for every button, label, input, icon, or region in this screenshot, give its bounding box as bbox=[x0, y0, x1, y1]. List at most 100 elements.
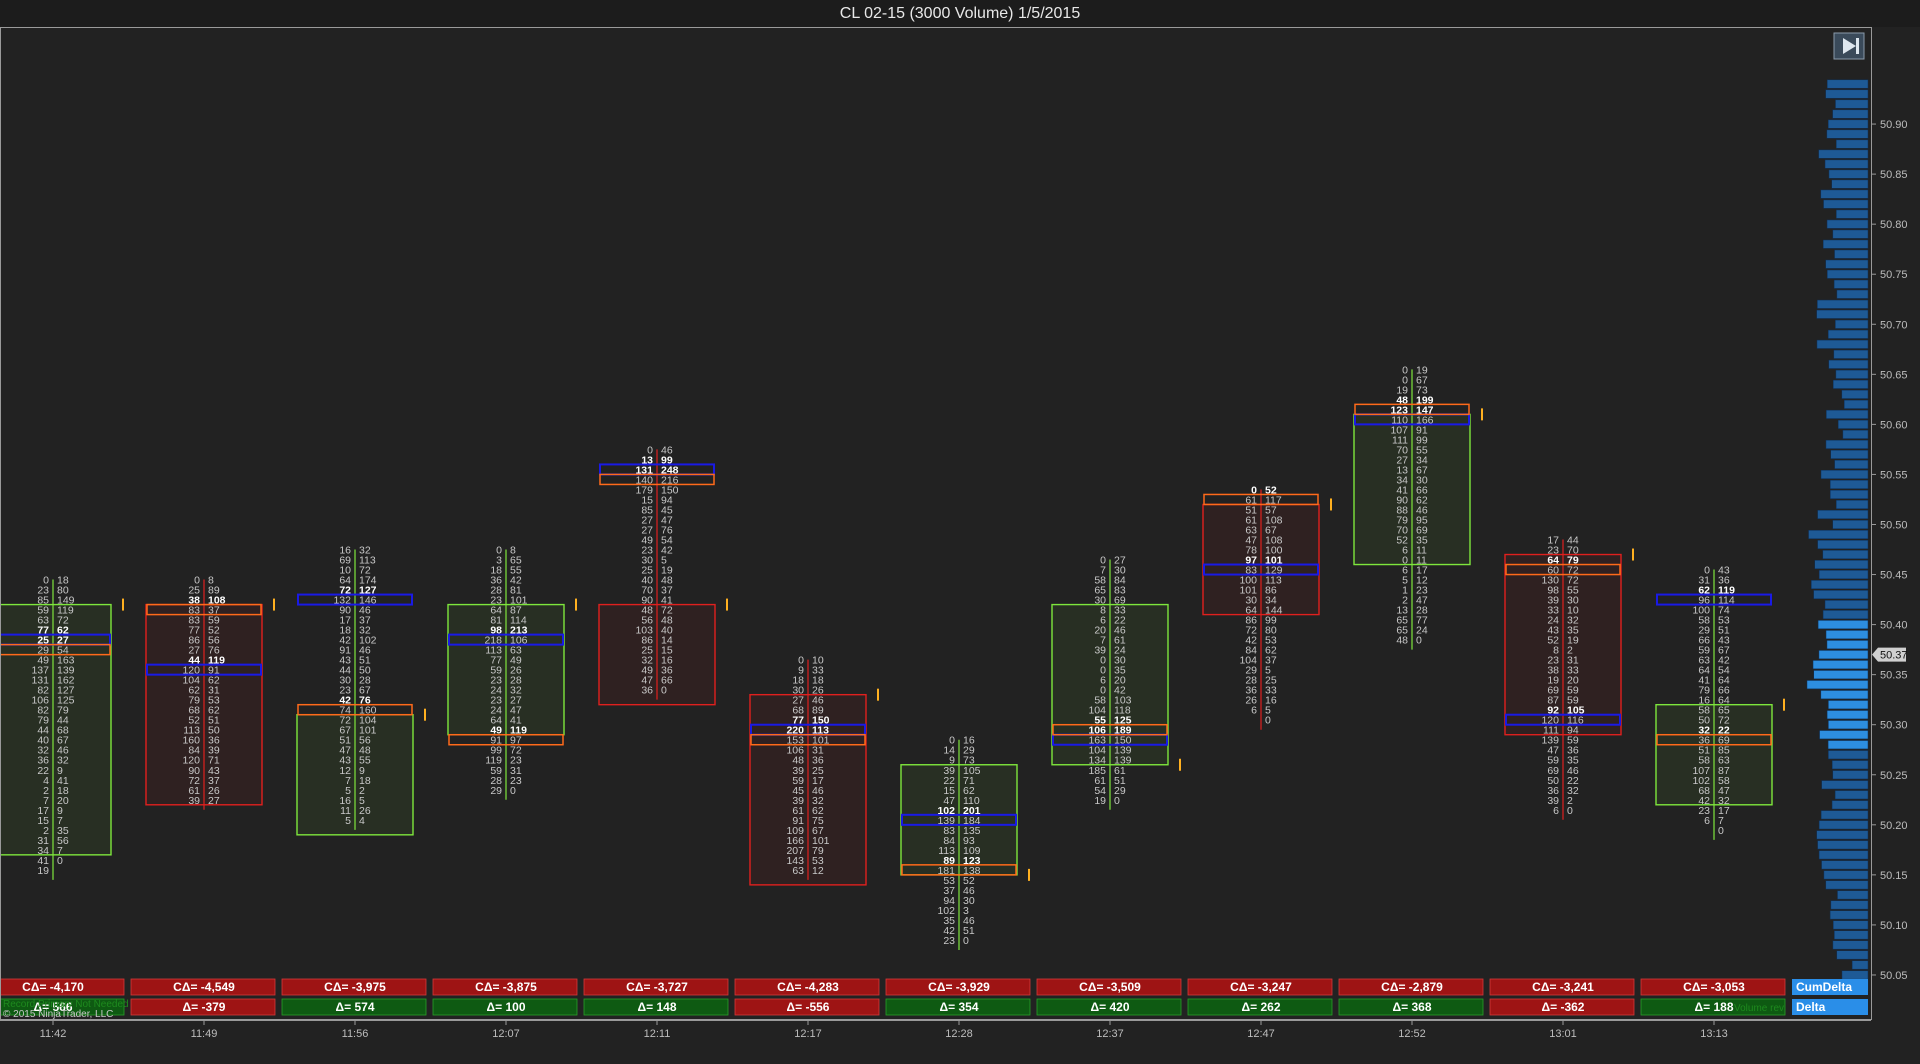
time-tick-label: 12:07 bbox=[492, 1028, 520, 1040]
volume-profile-bar bbox=[1817, 840, 1869, 850]
cum-delta-value: CΔ= -4,549 bbox=[173, 980, 235, 994]
volume-profile-bar bbox=[1828, 169, 1869, 179]
delta-value: Δ= 420 bbox=[1091, 1000, 1130, 1014]
price-tick-label: 50.55 bbox=[1880, 469, 1908, 481]
volume-profile-bar bbox=[1816, 339, 1869, 349]
volume-profile-bar bbox=[1830, 490, 1869, 499]
ask-volume: 4 bbox=[359, 815, 365, 827]
volume-profile-bar bbox=[1819, 730, 1869, 740]
bar-body bbox=[0, 603, 112, 856]
volume-profile-bar bbox=[1822, 239, 1869, 249]
time-tick-label: 12:28 bbox=[945, 1028, 973, 1040]
volume-profile-bar bbox=[1818, 650, 1869, 660]
ask-volume: 0 bbox=[1416, 635, 1422, 647]
volume-profile-bar bbox=[1828, 359, 1869, 369]
volume-profile-bar bbox=[1817, 299, 1869, 309]
bar-body bbox=[1051, 603, 1169, 766]
bid-volume: 5 bbox=[345, 815, 351, 827]
price-tick-label: 50.75 bbox=[1880, 269, 1908, 281]
price-tick-label: 50.65 bbox=[1880, 369, 1908, 381]
skip-to-end-icon[interactable] bbox=[1833, 32, 1865, 60]
volume-profile-bar bbox=[1835, 319, 1869, 329]
time-tick-label: 13:13 bbox=[1700, 1028, 1728, 1040]
ask-volume: 0 bbox=[1265, 715, 1271, 727]
volume-profile-bar bbox=[1824, 159, 1869, 169]
bar-body bbox=[296, 713, 414, 836]
volume-profile-bar bbox=[1832, 229, 1869, 239]
bar-body bbox=[145, 603, 263, 806]
volume-profile-bar bbox=[1824, 600, 1869, 610]
bar-body bbox=[1504, 553, 1622, 736]
cum-delta-value: CΔ= -4,283 bbox=[777, 980, 839, 994]
volume-profile-bar bbox=[1825, 89, 1869, 99]
volume-profile-bar bbox=[1818, 850, 1869, 860]
volume-profile-bar bbox=[1837, 890, 1869, 900]
cum-delta-value: CΔ= -3,247 bbox=[1230, 980, 1292, 994]
ask-volume: 0 bbox=[963, 935, 969, 947]
time-tick-label: 12:37 bbox=[1096, 1028, 1124, 1040]
volume-profile-bar bbox=[1826, 129, 1869, 139]
volume-profile-bar bbox=[1841, 970, 1869, 980]
time-tick-label: 11:42 bbox=[40, 1028, 67, 1040]
volume-profile-bar bbox=[1841, 389, 1869, 399]
volume-profile-bar bbox=[1836, 950, 1869, 960]
volume-profile-bar bbox=[1806, 680, 1869, 690]
price-tick-label: 50.30 bbox=[1880, 720, 1908, 732]
volume-profile-bar bbox=[1825, 259, 1869, 269]
chart-title: CL 02-15 (3000 Volume) 1/5/2015 bbox=[839, 5, 1081, 22]
volume-profile-bar bbox=[1821, 860, 1869, 870]
price-tick-label: 50.70 bbox=[1880, 319, 1908, 331]
volume-profile-bar bbox=[1822, 610, 1869, 620]
bar-body bbox=[900, 764, 1018, 876]
copyright-text: © 2015 NinjaTrader, LLC bbox=[3, 1009, 113, 1020]
bar-body bbox=[598, 603, 716, 706]
bid-volume: 19 bbox=[1094, 795, 1106, 807]
volume-profile-bar bbox=[1835, 369, 1869, 379]
volume-profile-bar bbox=[1812, 660, 1869, 670]
volume-profile-bar bbox=[1831, 800, 1869, 810]
volume-profile-bar bbox=[1825, 439, 1869, 449]
volume-profile-bar bbox=[1823, 870, 1869, 880]
volume-profile-bar bbox=[1813, 590, 1869, 600]
volume-profile-bar bbox=[1820, 469, 1869, 479]
volume-profile-bar bbox=[1835, 99, 1869, 109]
bid-volume: 6 bbox=[1251, 705, 1257, 717]
price-tick-label: 50.45 bbox=[1880, 570, 1908, 582]
volume-profile-bar bbox=[1831, 760, 1869, 770]
ask-volume: 12 bbox=[812, 865, 824, 877]
volume-profile-bar bbox=[1826, 710, 1869, 720]
volume-profile-bar bbox=[1817, 620, 1869, 630]
delta-value: Δ= -362 bbox=[1542, 1000, 1585, 1014]
volume-profile-bar bbox=[1826, 640, 1869, 650]
plot-background bbox=[0, 27, 1920, 1064]
volume-profile-bar bbox=[1833, 279, 1869, 289]
volume-profile-bar bbox=[1822, 550, 1869, 559]
cum-delta-value: CΔ= -3,875 bbox=[475, 980, 537, 994]
delta-value: Δ= 100 bbox=[487, 1000, 526, 1014]
volume-profile-bar bbox=[1832, 379, 1869, 389]
volume-profile-bar bbox=[1834, 459, 1869, 469]
volume-profile-bar bbox=[1818, 149, 1869, 159]
volume-profile-bar bbox=[1826, 409, 1869, 419]
bid-volume: 6 bbox=[1704, 815, 1710, 827]
time-tick-label: 13:01 bbox=[1549, 1028, 1577, 1040]
volume-profile-bar bbox=[1844, 399, 1869, 409]
volume-profile-bar bbox=[1811, 580, 1869, 590]
footprint-chart[interactable]: 0 1823 8085 14959 11963 7277 6225 2729 5449 16313… bbox=[0, 27, 1920, 1064]
delta-value: Δ= -379 bbox=[183, 1000, 226, 1014]
cum-delta-value: CΔ= -3,975 bbox=[324, 980, 386, 994]
volume-profile-bar bbox=[1830, 449, 1869, 459]
delta-value: Δ= 574 bbox=[336, 1000, 375, 1014]
footprint-bar-1142: 0 1823 8085 14959 11963 7277 6225 2729 5449 16313… bbox=[0, 575, 124, 880]
volume-profile-bar bbox=[1826, 79, 1869, 89]
volume-profile-bar bbox=[1825, 880, 1869, 890]
volume-profile-bar bbox=[1821, 780, 1869, 790]
price-tick-label: 50.25 bbox=[1880, 770, 1908, 782]
cumdelta-label: CumDelta bbox=[1796, 980, 1852, 994]
bid-volume: 39 bbox=[188, 795, 200, 807]
price-tick-label: 50.85 bbox=[1880, 169, 1908, 181]
price-tick-label: 50.90 bbox=[1880, 119, 1908, 131]
volume-profile-bar bbox=[1834, 790, 1869, 800]
volume-profile-bar bbox=[1813, 670, 1869, 680]
volume-profile-bar bbox=[1816, 309, 1869, 319]
